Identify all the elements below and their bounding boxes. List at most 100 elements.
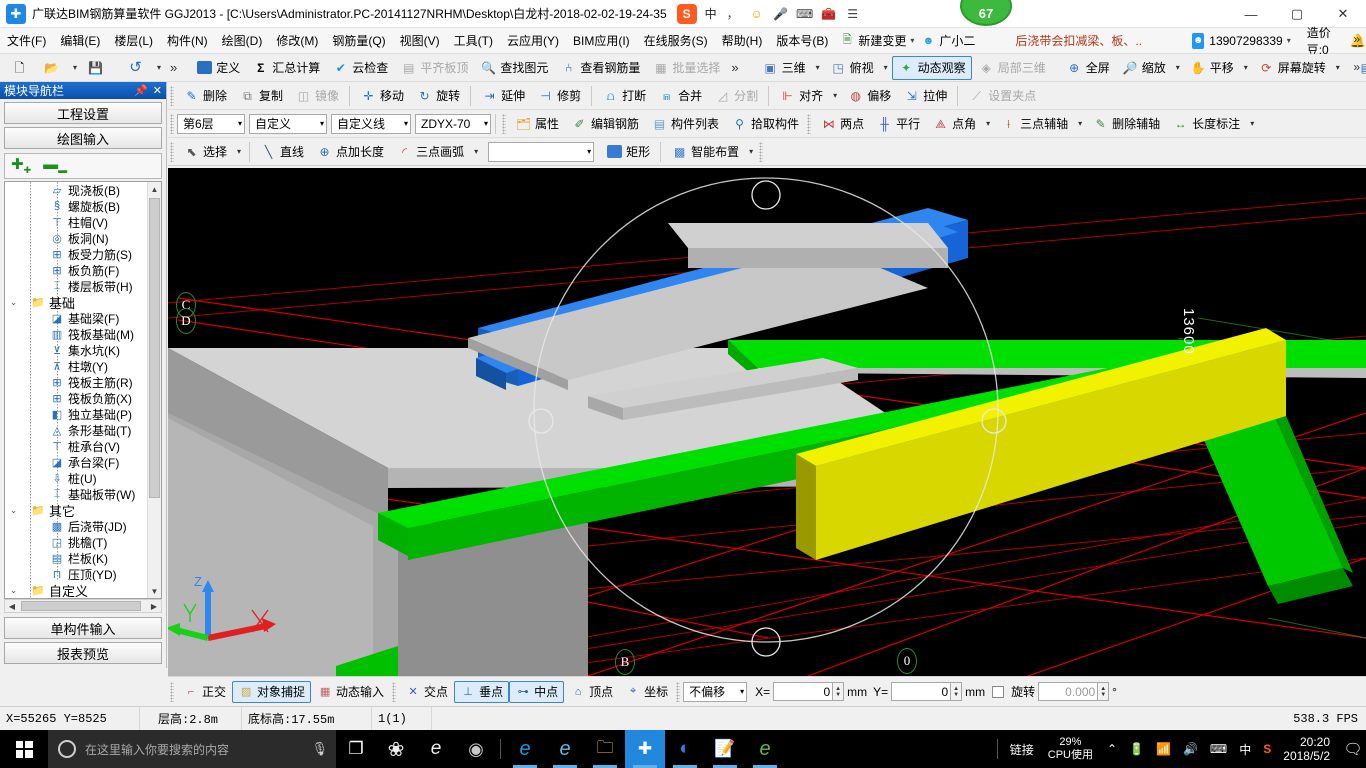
hscroll-thumb[interactable] (21, 601, 141, 611)
two-point-axis-button[interactable]: ⋈ 两点 (814, 112, 870, 136)
chevron-down-icon[interactable]: ⌄ (7, 297, 20, 308)
tree-item[interactable]: ⌶ 基础板带(W) (5, 486, 147, 502)
align-caret-icon[interactable]: ▾ (829, 91, 841, 100)
ie-browser2-icon[interactable]: e (545, 730, 585, 768)
pan-tool-button[interactable]: ✋ 平移 (1184, 56, 1240, 80)
offset-mode-caret-icon[interactable]: ▾ (740, 687, 744, 696)
ortho-toggle[interactable]: ⌐ 正交 (177, 681, 232, 703)
tree-item[interactable]: ◲ 挑檐(T) (5, 534, 147, 550)
pin-icon[interactable]: 📌 (134, 84, 148, 97)
draw-style-select[interactable]: ▾ (488, 141, 595, 162)
trim-button[interactable]: ⊣ 修剪 (531, 84, 587, 108)
mirror-button[interactable]: ◫ 镜像 (289, 84, 345, 108)
view-top-button[interactable]: ◳ 俯视 (824, 56, 880, 80)
offset-button[interactable]: ◍ 偏移 (841, 84, 897, 108)
drawing-input-button[interactable]: 绘图输入 (4, 127, 162, 149)
delete-button[interactable]: ✎ 删除 (177, 84, 233, 108)
flatten-slab-top-button[interactable]: ▤ 平齐板顶 (394, 56, 474, 80)
notepad-app-icon[interactable]: 📝 (705, 730, 745, 768)
line-tool-button[interactable]: ╲ 直线 (254, 140, 310, 164)
new-change-caret-icon[interactable]: ▾ (910, 36, 914, 45)
menu-modify[interactable]: 修改(M) (269, 29, 325, 52)
chevron-down-icon[interactable]: ⌄ (7, 505, 20, 516)
undo-overflow-icon[interactable]: » (165, 60, 182, 75)
tree-item[interactable]: ⌶ 楼层板带(H) (5, 278, 147, 294)
select-tool-caret-icon[interactable]: ▾ (233, 147, 245, 156)
user-nickname[interactable]: 广小二 (939, 32, 975, 49)
type-select[interactable]: 自定义线 ▾ (331, 113, 411, 134)
element-list-button[interactable]: ▤ 构件列表 (645, 112, 725, 136)
file-explorer-icon[interactable]: 🗀 (585, 730, 625, 768)
pick-element-button[interactable]: ⚲ 拾取构件 (725, 112, 805, 136)
tree-folder[interactable]: ⌄ 📁 其它 (5, 502, 147, 519)
merge-button[interactable]: ⩎ 合并 (652, 84, 708, 108)
tree-item[interactable]: § 螺旋板(B) (5, 198, 147, 214)
zoom-tool-caret-icon[interactable]: ▾ (1172, 63, 1184, 72)
find-element-button[interactable]: 🔍 查找图元 (474, 56, 554, 80)
rotate-button[interactable]: ↻ 旋转 (410, 84, 466, 108)
midpoint-toggle[interactable]: ⊶ 中点 (509, 680, 565, 703)
tree-item[interactable]: ◪ 承台梁(F) (5, 454, 147, 470)
align-button[interactable]: ⊩ 对齐 (773, 84, 829, 108)
task-view-icon[interactable]: ❐ (336, 730, 376, 768)
tree-folder[interactable]: ⌄ 📁 基础 (5, 294, 147, 311)
toolbar-props-grip[interactable] (170, 113, 174, 134)
pan-tool-caret-icon[interactable]: ▾ (1240, 63, 1252, 72)
toolbar-main-overflow-icon[interactable]: » (1353, 60, 1360, 74)
menu-draw[interactable]: 绘图(D) (215, 29, 270, 52)
menu-edit[interactable]: 编辑(E) (53, 29, 107, 52)
rotate-spinner[interactable]: ▲ ▼ (1098, 682, 1110, 701)
menu-version[interactable]: 版本号(B) (769, 29, 835, 52)
3d-viewport[interactable]: Z C D B 0 13600 (168, 168, 1366, 676)
rectangle-tool-button[interactable]: 矩形 (600, 140, 656, 164)
screen-rotate-caret-icon[interactable]: ▾ (1332, 63, 1344, 72)
tree-item[interactable]: ⊤ 桩承台(V) (5, 438, 147, 454)
floor-select[interactable]: 第6层 ▾ (177, 113, 245, 134)
ime-mic-icon[interactable]: 🎤 (773, 6, 789, 22)
ime-toolbox-icon[interactable]: 🧰 (821, 6, 837, 22)
tree-item[interactable]: ▥ 筏板基础(M) (5, 326, 147, 342)
wifi-icon[interactable]: 📶 (1150, 730, 1177, 768)
single-element-input-button[interactable]: 单构件输入 (4, 617, 162, 639)
move-button[interactable]: ✛ 移动 (354, 84, 410, 108)
tree-item[interactable]: ⊤ 柱帽(V) (5, 214, 147, 230)
menu-cloud-app[interactable]: 云应用(Y) (500, 29, 566, 52)
ime-chinese-icon[interactable]: 中 (1233, 730, 1257, 768)
point-angle-axis-button[interactable]: ⟁ 点角 (926, 112, 982, 136)
green-browser-icon[interactable]: e (745, 730, 785, 768)
menu-file[interactable]: 文件(F) (0, 29, 53, 52)
taskbar-clock[interactable]: 20:20 2018/5/2 (1277, 735, 1340, 763)
edge-legacy-icon[interactable]: e (416, 730, 456, 768)
hscroll-left-icon[interactable]: ◀ (5, 600, 19, 612)
account-caret-icon[interactable]: ▾ (1287, 36, 1291, 45)
tree-item[interactable]: ⊞ 板受力筋(S) (5, 246, 147, 262)
close-icon[interactable]: ✕ (153, 84, 162, 97)
menu-floor[interactable]: 楼层(L) (107, 29, 160, 52)
taskbar-search[interactable]: 在这里输入你要搜索的内容 🎙 (48, 730, 336, 768)
tree-item[interactable]: ◧ 独立基础(P) (5, 406, 147, 422)
category-select-caret-icon[interactable]: ▾ (320, 119, 324, 128)
view-top-caret-icon[interactable]: ▾ (880, 63, 892, 72)
rotate-input[interactable]: 0.000 (1038, 682, 1099, 701)
break-button[interactable]: ⩍ 打断 (596, 84, 652, 108)
draw-style-caret-icon[interactable]: ▾ (587, 147, 591, 156)
tree-item[interactable]: ⊼ 柱墩(Y) (5, 358, 147, 374)
smart-layout-caret-icon[interactable]: ▾ (745, 147, 757, 156)
link-label[interactable]: 链接 (1004, 730, 1040, 768)
smart-layout-button[interactable]: ▩ 智能布置 (665, 140, 745, 164)
hscroll-right-icon[interactable]: ▶ (147, 600, 161, 612)
open-file-caret-icon[interactable]: ▾ (69, 63, 81, 72)
tree-item[interactable]: ◬ 条形基础(T) (5, 422, 147, 438)
ie-browser-icon[interactable]: e (505, 730, 545, 768)
spiral-app-icon[interactable]: ◉ (456, 730, 496, 768)
volume-icon[interactable]: 🔊 (1177, 730, 1204, 768)
split-button[interactable]: ◿ 分割 (708, 84, 764, 108)
toolbar-draw-grip[interactable] (170, 141, 174, 162)
undo-caret-icon[interactable]: ▾ (153, 63, 165, 72)
promo-banner[interactable]: 后浇带会扣减梁、板、.. (1015, 32, 1142, 49)
snap-grip-3[interactable] (676, 681, 681, 702)
ime-menu-icon[interactable]: ☰ (845, 6, 861, 22)
browser360-icon[interactable]: ◐ (665, 730, 705, 768)
length-dimension-button[interactable]: ↔ 长度标注 (1166, 112, 1246, 136)
menu-bim-app[interactable]: BIM应用(I) (566, 29, 637, 52)
